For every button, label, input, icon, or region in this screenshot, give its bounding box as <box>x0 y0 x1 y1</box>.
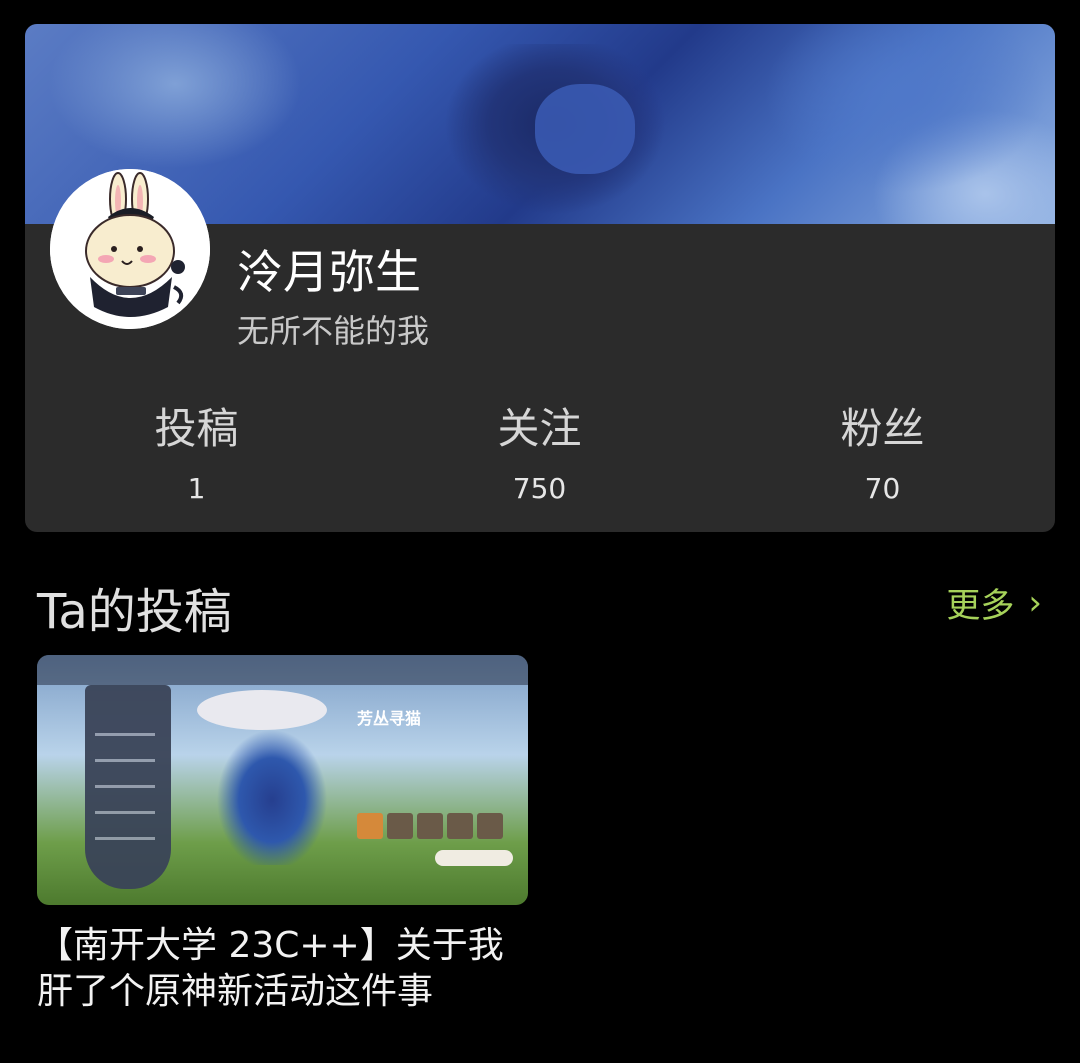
thumbnail-character <box>212 705 332 865</box>
chevron-right-icon: › <box>1028 582 1042 623</box>
user-name: 泠月弥生 <box>237 245 421 299</box>
stat-following[interactable]: 关注 750 <box>368 399 711 509</box>
more-button[interactable]: 更多 › <box>946 578 1042 627</box>
post-title[interactable]: 【南开大学 23C++】关于我肝了个原神新活动这件事 <box>37 923 537 1015</box>
stat-label: 投稿 <box>154 404 239 453</box>
post-card[interactable]: 芳丛寻猫 【南开大学 23C++】关于我肝了个原神新活动这件事 <box>37 655 528 1015</box>
avatar[interactable] <box>50 169 210 329</box>
banner-character-face <box>535 84 635 174</box>
stat-followers[interactable]: 粉丝 70 <box>711 399 1054 509</box>
more-label: 更多 <box>946 586 1015 626</box>
profile-card: 泠月弥生 无所不能的我 投稿 1 关注 750 粉丝 70 <box>25 24 1055 532</box>
thumbnail-details-button <box>435 850 513 866</box>
post-thumbnail[interactable]: 芳丛寻猫 <box>37 655 528 905</box>
stat-label: 粉丝 <box>840 404 925 453</box>
stat-label: 关注 <box>497 404 582 453</box>
thumbnail-topbar <box>37 655 528 685</box>
bunny-avatar-icon <box>50 169 210 329</box>
stat-posts[interactable]: 投稿 1 <box>25 399 368 509</box>
user-bio: 无所不能的我 <box>237 312 430 350</box>
stat-value: 70 <box>864 472 901 505</box>
thumbnail-side-menu <box>85 685 171 889</box>
section-title: Ta的投稿 <box>37 584 232 640</box>
stat-value: 1 <box>187 472 206 505</box>
stat-value: 750 <box>512 472 567 505</box>
thumbnail-reward-slots <box>357 813 503 839</box>
thumbnail-event-title: 芳丛寻猫 <box>357 709 422 728</box>
profile-stats: 投稿 1 关注 750 粉丝 70 <box>25 399 1055 509</box>
